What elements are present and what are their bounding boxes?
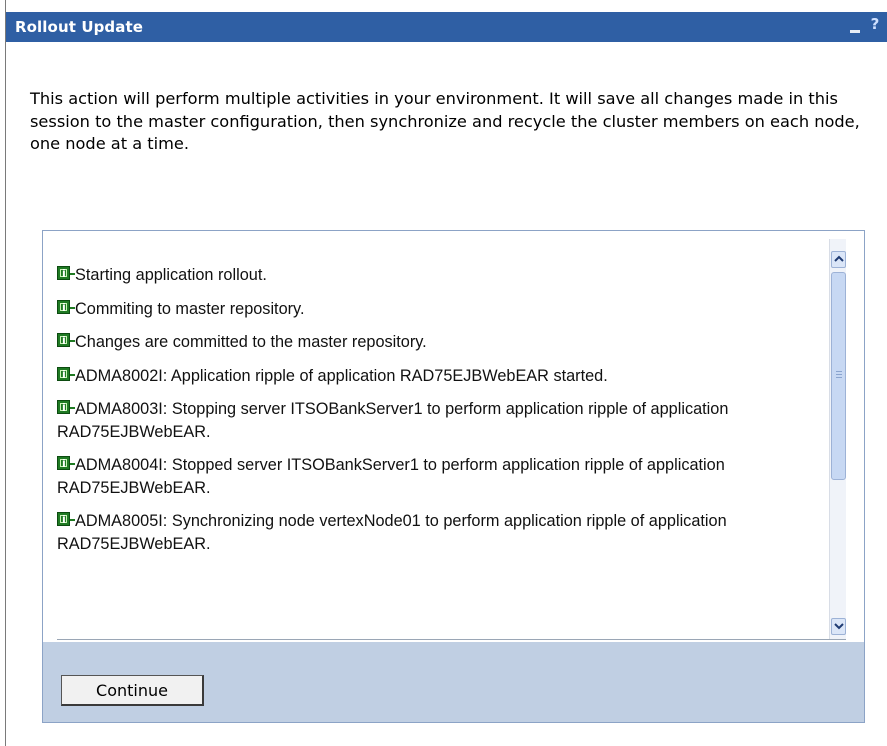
log-message: Starting application rollout.	[57, 264, 792, 287]
vertical-scrollbar[interactable]	[829, 239, 846, 639]
window-left-border	[5, 0, 6, 746]
thumb-grip-icon	[836, 371, 842, 378]
log-message: Changes are committed to the master repo…	[57, 331, 792, 354]
title-bar: Rollout Update ?	[6, 12, 887, 42]
scroll-up-button[interactable]	[831, 251, 846, 268]
log-message-text: Starting application rollout.	[75, 266, 267, 284]
info-icon	[57, 333, 75, 349]
info-icon	[57, 400, 75, 416]
continue-button[interactable]: Continue	[61, 675, 204, 706]
scroll-down-button[interactable]	[831, 618, 846, 635]
log-message: ADMA8002I: Application ripple of applica…	[57, 365, 792, 388]
log-message-text: Commiting to master repository.	[75, 299, 305, 318]
chevron-down-icon	[834, 623, 844, 630]
log-message-text: ADMA8002I: Application ripple of applica…	[75, 366, 608, 385]
log-message-text: Changes are committed to the master repo…	[75, 333, 427, 351]
window-title: Rollout Update	[15, 18, 144, 36]
minimize-icon[interactable]	[845, 16, 865, 38]
intro-text: This action will perform multiple activi…	[30, 89, 860, 154]
scroll-thumb[interactable]	[831, 272, 846, 480]
info-icon	[57, 456, 75, 472]
log-message-text: ADMA8005I: Synchronizing node vertexNode…	[57, 512, 727, 553]
message-list: Starting application rollout. Commiting t…	[57, 264, 792, 566]
log-message-text: ADMA8003I: Stopping server ITSOBankServe…	[57, 400, 729, 441]
log-message-text: ADMA8004I: Stopped server ITSOBankServer…	[57, 456, 725, 497]
log-panel: Starting application rollout. Commiting t…	[42, 230, 865, 723]
log-area: Starting application rollout. Commiting t…	[57, 239, 846, 640]
info-icon	[57, 366, 75, 383]
help-icon[interactable]: ?	[865, 15, 885, 37]
info-icon	[57, 266, 75, 282]
log-message: Commiting to master repository.	[57, 298, 792, 321]
button-bar: Continue	[43, 642, 864, 722]
info-icon	[57, 299, 75, 316]
log-message: ADMA8004I: Stopped server ITSOBankServer…	[57, 454, 792, 499]
log-message: ADMA8005I: Synchronizing node vertexNode…	[57, 510, 792, 555]
log-message: ADMA8003I: Stopping server ITSOBankServe…	[57, 398, 792, 443]
info-icon	[57, 512, 75, 528]
chevron-up-icon	[834, 255, 844, 262]
